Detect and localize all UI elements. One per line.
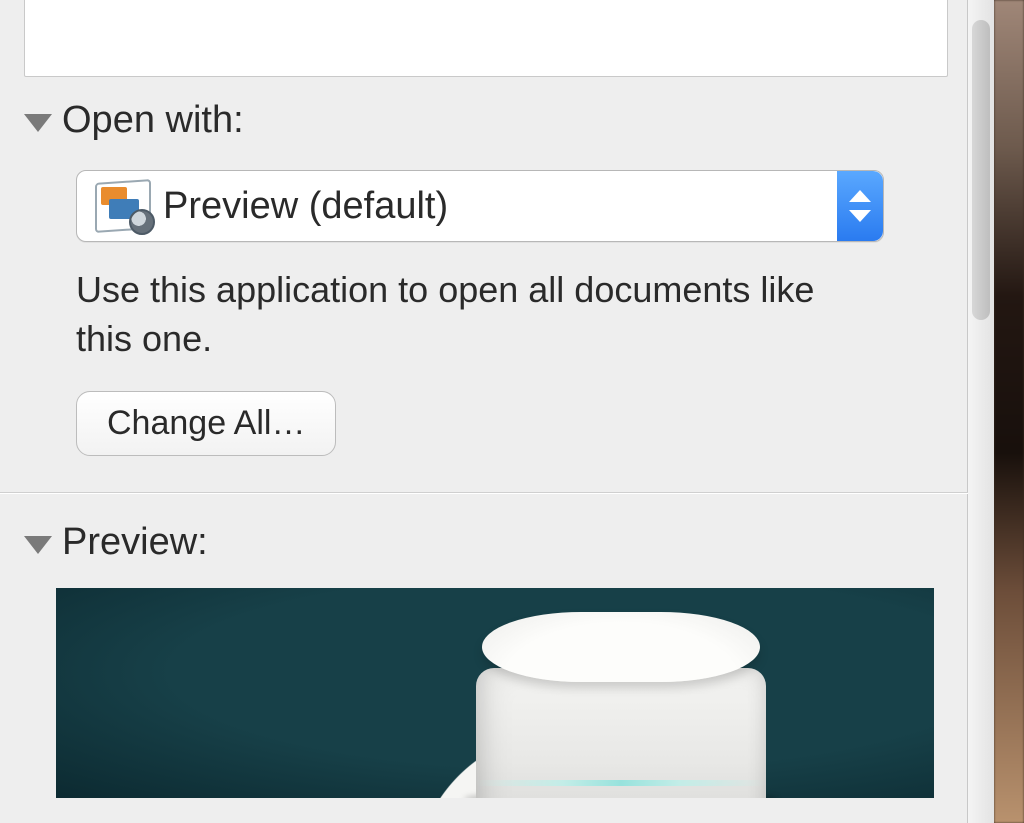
desktop-background-strip <box>994 0 1024 823</box>
preview-section: Preview: <box>56 511 948 798</box>
popup-stepper-icon[interactable] <box>837 171 883 241</box>
preview-thumbnail <box>56 588 934 798</box>
previous-section-pane <box>24 0 948 77</box>
scrollbar-thumb[interactable] <box>972 20 990 320</box>
disclosure-triangle-icon[interactable] <box>24 536 52 554</box>
open-with-selected-app: Preview (default) <box>163 185 837 228</box>
preview-title: Preview: <box>62 521 208 564</box>
open-with-helper-text: Use this application to open all documen… <box>76 266 816 363</box>
window-content: Open with: Preview (default) Use this ap… <box>0 0 968 823</box>
scrollbar-track[interactable] <box>967 0 994 823</box>
open-with-header[interactable]: Open with: <box>24 99 948 142</box>
change-all-label: Change All… <box>107 404 305 442</box>
section-divider <box>0 492 968 493</box>
get-info-window: Open with: Preview (default) Use this ap… <box>0 0 994 823</box>
caret-down-icon <box>849 210 871 222</box>
preview-app-icon <box>95 181 151 231</box>
preview-device <box>476 618 766 798</box>
preview-header[interactable]: Preview: <box>24 521 948 564</box>
change-all-button[interactable]: Change All… <box>76 391 336 456</box>
open-with-title: Open with: <box>62 99 244 142</box>
disclosure-triangle-icon[interactable] <box>24 114 52 132</box>
caret-up-icon <box>849 190 871 202</box>
open-with-section: Open with: Preview (default) Use this ap… <box>24 77 948 456</box>
open-with-app-popup[interactable]: Preview (default) <box>76 170 884 242</box>
